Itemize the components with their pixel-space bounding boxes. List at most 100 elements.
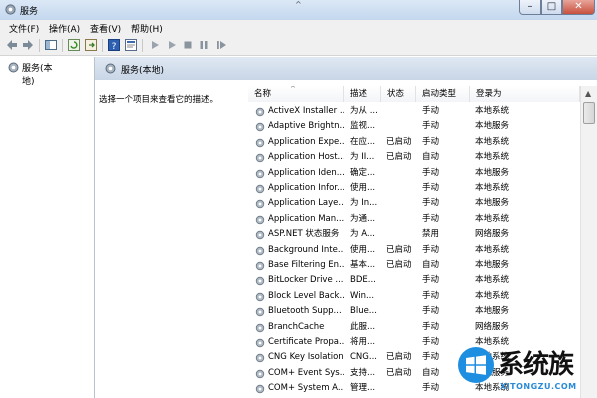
service-gear-icon: [255, 153, 265, 163]
cell-startup-type: 禁用: [422, 229, 440, 240]
refresh-icon[interactable]: [67, 38, 81, 52]
scroll-up-arrow-icon[interactable]: ▲: [585, 89, 591, 98]
cell-status: 已启动: [386, 152, 412, 163]
menu-action[interactable]: 操作(A): [49, 22, 80, 35]
service-gear-icon: [255, 261, 265, 271]
toolbar-separator: [39, 39, 40, 52]
cell-status: [386, 166, 416, 181]
service-gear-icon: [255, 230, 265, 240]
table-row[interactable]: Application Laye... 为 In... 手动 本地服务: [248, 196, 580, 211]
help-icon[interactable]: ?: [107, 38, 121, 52]
table-row[interactable]: BitLocker Drive ... BDE... 手动 本地系统: [248, 273, 580, 288]
table-row[interactable]: Application Iden... 确定... 手动 本地服务: [248, 166, 580, 181]
cell-status: [386, 227, 416, 242]
table-row[interactable]: Block Level Back... Win... 手动 本地系统: [248, 289, 580, 304]
column-header-description[interactable]: 描述: [344, 86, 381, 102]
cell-description: 为从 ...: [350, 106, 378, 116]
description-text: 选择一个项目来查看它的描述。: [99, 95, 219, 105]
tree-node-label: 服务(本地): [22, 64, 53, 87]
cell-logon-as: 本地服务: [475, 306, 510, 317]
cell-name: Base Filtering En...: [268, 260, 344, 270]
service-gear-icon: [255, 292, 265, 301]
table-row[interactable]: Base Filtering En... 基本... 已启动 自动 本地服务: [248, 258, 580, 273]
service-gear-icon: [255, 384, 265, 394]
table-row[interactable]: Application Man... 为通... 手动 本地系统: [248, 212, 580, 227]
menu-file[interactable]: 文件(F): [9, 22, 39, 35]
cell-startup-type: 手动: [422, 321, 440, 332]
service-gear-icon: [255, 323, 265, 332]
forward-arrow-icon[interactable]: [21, 38, 35, 52]
cell-logon-as: 本地服务: [475, 260, 510, 270]
cell-logon-as: 网络服务: [475, 229, 510, 240]
cell-name: BitLocker Drive ...: [268, 275, 344, 286]
cell-status: [386, 335, 416, 350]
cell-description: 为 II...: [350, 152, 375, 163]
cell-logon-as: 本地系统: [475, 136, 510, 147]
maximize-button[interactable]: □: [541, 0, 562, 15]
restart-service-icon[interactable]: [214, 38, 228, 52]
cell-status: [386, 196, 416, 211]
cell-status: [386, 181, 416, 196]
minimize-button[interactable]: –: [519, 0, 541, 15]
cell-startup-type: 手动: [422, 167, 440, 178]
export-list-icon[interactable]: [84, 38, 98, 52]
cell-description: 基本...: [350, 260, 376, 270]
menu-view[interactable]: 查看(V): [90, 22, 121, 35]
cell-description: 为 A...: [350, 229, 375, 240]
cell-startup-type: 手动: [422, 136, 440, 147]
cell-status: [386, 304, 416, 319]
back-arrow-icon[interactable]: [5, 38, 19, 52]
start-service-alt-icon[interactable]: [165, 38, 179, 52]
window-title: 服务: [20, 7, 39, 17]
table-row[interactable]: ASP.NET 状态服务为 A... 禁用 网络服务: [248, 227, 580, 242]
cell-name: BranchCache: [268, 321, 325, 332]
cell-name: Block Level Back...: [268, 290, 344, 301]
service-gear-icon: [255, 107, 265, 117]
cell-logon-as: 网络服务: [475, 321, 510, 332]
service-gear-icon: [255, 184, 265, 194]
table-row[interactable]: ActiveX Installer ... 为从 ... 手动 本地系统: [248, 104, 580, 119]
cell-logon-as: 本地服务: [475, 167, 510, 178]
properties-icon[interactable]: [124, 38, 138, 52]
table-row[interactable]: Application Infor... 使用... 手动 本地系统: [248, 181, 580, 196]
column-header-logon-as[interactable]: 登录为: [470, 86, 580, 102]
tree-node-services-local[interactable]: 服务(本地): [5, 60, 65, 87]
column-header-startup-type[interactable]: 启动类型: [416, 86, 470, 102]
stop-service-icon[interactable]: [181, 38, 195, 52]
cell-startup-type: 自动: [422, 260, 440, 270]
cell-status: [386, 273, 416, 288]
table-row[interactable]: BranchCache 此服... 手动 网络服务: [248, 320, 580, 335]
table-row[interactable]: Application Expe... 在应... 已启动 手动 本地系统: [248, 135, 580, 150]
table-row[interactable]: Background Inte... 使用... 已启动 手动 本地系统: [248, 243, 580, 258]
cell-description: 支持...: [350, 367, 376, 378]
header-label: 服务(本地): [121, 66, 165, 76]
cell-name: Certificate Propa...: [268, 337, 344, 347]
toolbar-separator: [62, 39, 63, 52]
column-header-label: 状态: [387, 89, 405, 99]
service-gear-icon: [255, 307, 265, 317]
table-row[interactable]: Application Host... 为 II... 已启动 自动 本地系统: [248, 150, 580, 165]
cell-description: Blue...: [350, 306, 377, 317]
table-row[interactable]: Bluetooth Supp... Blue... 手动 本地服务: [248, 304, 580, 319]
cell-name: CNG Key Isolation: [268, 352, 344, 363]
column-header-name[interactable]: 名称 ^: [248, 86, 344, 102]
services-header: 服务(本地): [95, 57, 597, 80]
table-row[interactable]: Adaptive Brightn... 监视... 手动 本地服务: [248, 119, 580, 134]
service-gear-icon: [255, 200, 265, 209]
cell-description: 使用...: [350, 183, 376, 193]
start-service-icon[interactable]: [148, 38, 162, 52]
cell-logon-as: 本地系统: [475, 183, 510, 193]
services-gear-icon: [105, 63, 116, 74]
cell-startup-type: 手动: [422, 275, 440, 286]
column-header-status[interactable]: 状态: [381, 86, 416, 102]
scroll-thumb[interactable]: [583, 102, 595, 124]
menu-help[interactable]: 帮助(H): [131, 22, 163, 35]
close-button[interactable]: ✕: [562, 0, 595, 15]
show-hide-tree-icon[interactable]: [44, 38, 58, 52]
cell-startup-type: 手动: [422, 244, 440, 255]
services-gear-icon: [8, 62, 19, 73]
cell-description: 确定...: [350, 167, 376, 178]
cell-name: Bluetooth Supp...: [268, 306, 342, 317]
cell-startup-type: 手动: [422, 306, 440, 317]
pause-service-icon[interactable]: [197, 38, 211, 52]
